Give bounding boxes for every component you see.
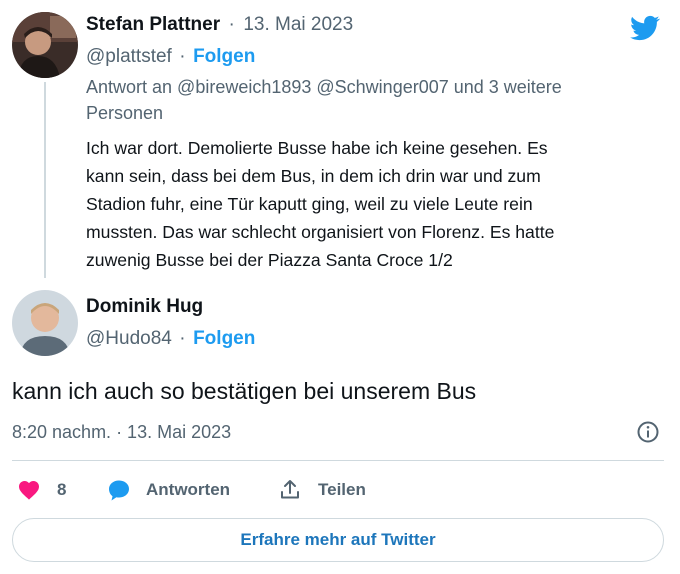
- twitter-bird-icon[interactable]: [628, 13, 662, 43]
- tweet-text-line: zuwenig Busse bei der Piazza Santa Croce…: [86, 250, 453, 270]
- tweet-text-line: Stadion fuhr, eine Tür kaputt ging, weil…: [86, 194, 533, 214]
- speech-bubble-icon: [109, 480, 129, 501]
- tweet-text-line: mussten. Das war schlecht organisiert vo…: [86, 222, 555, 242]
- like-action[interactable]: 8: [16, 477, 66, 503]
- heart-icon: [19, 481, 39, 500]
- info-icon[interactable]: [636, 420, 660, 444]
- reply-to-info: Antwort an @bireweich1893 @Schwinger007 …: [86, 74, 666, 126]
- avatar-image: [12, 12, 78, 78]
- separator-dot: ·: [179, 328, 186, 349]
- tweet-date[interactable]: 13. Mai 2023: [243, 14, 353, 35]
- thread-connector-line: [44, 82, 46, 278]
- tweet1-header: Stefan Plattner · 13. Mai 2023: [86, 14, 353, 36]
- separator-dot: ·: [228, 14, 235, 35]
- tweet2-handle-row: @Hudo84 · Folgen: [86, 328, 255, 350]
- tweet-timestamp[interactable]: 8:20 nachm. · 13. Mai 2023: [12, 422, 231, 443]
- share-label: Teilen: [318, 480, 366, 499]
- tweet-text-line: Ich war dort. Demolierte Busse habe ich …: [86, 138, 548, 158]
- reply-to-line: Antwort an @bireweich1893 @Schwinger007 …: [86, 77, 562, 97]
- divider: [12, 460, 664, 461]
- share-action[interactable]: Teilen: [278, 477, 366, 503]
- tweet2-header: Dominik Hug: [86, 296, 203, 318]
- follow-button[interactable]: Folgen: [193, 328, 255, 349]
- tweet1-handle-row: @plattstef · Folgen: [86, 46, 255, 68]
- reply-to-line: Personen: [86, 103, 164, 123]
- author-handle[interactable]: @plattstef: [86, 46, 172, 67]
- separator-dot: ·: [179, 46, 186, 67]
- share-upload-icon: [281, 480, 299, 499]
- learn-more-button[interactable]: Erfahre mehr auf Twitter: [12, 518, 664, 562]
- reply-action[interactable]: Antworten: [106, 477, 230, 503]
- author-name[interactable]: Dominik Hug: [86, 296, 203, 317]
- tweet2-body: kann ich auch so bestätigen bei unserem …: [12, 378, 477, 404]
- like-count: 8: [57, 480, 67, 499]
- author-handle[interactable]: @Hudo84: [86, 328, 172, 349]
- avatar-stefan-plattner[interactable]: [12, 12, 78, 78]
- author-name[interactable]: Stefan Plattner: [86, 14, 220, 35]
- tweet1-body: Ich war dort. Demolierte Busse habe ich …: [86, 134, 666, 274]
- avatar-image: [12, 290, 78, 356]
- reply-label: Antworten: [146, 480, 231, 499]
- avatar-dominik-hug[interactable]: [12, 290, 78, 356]
- tweet-text-line: kann sein, dass bei dem Bus, in dem ich …: [86, 166, 541, 186]
- follow-button[interactable]: Folgen: [193, 46, 255, 67]
